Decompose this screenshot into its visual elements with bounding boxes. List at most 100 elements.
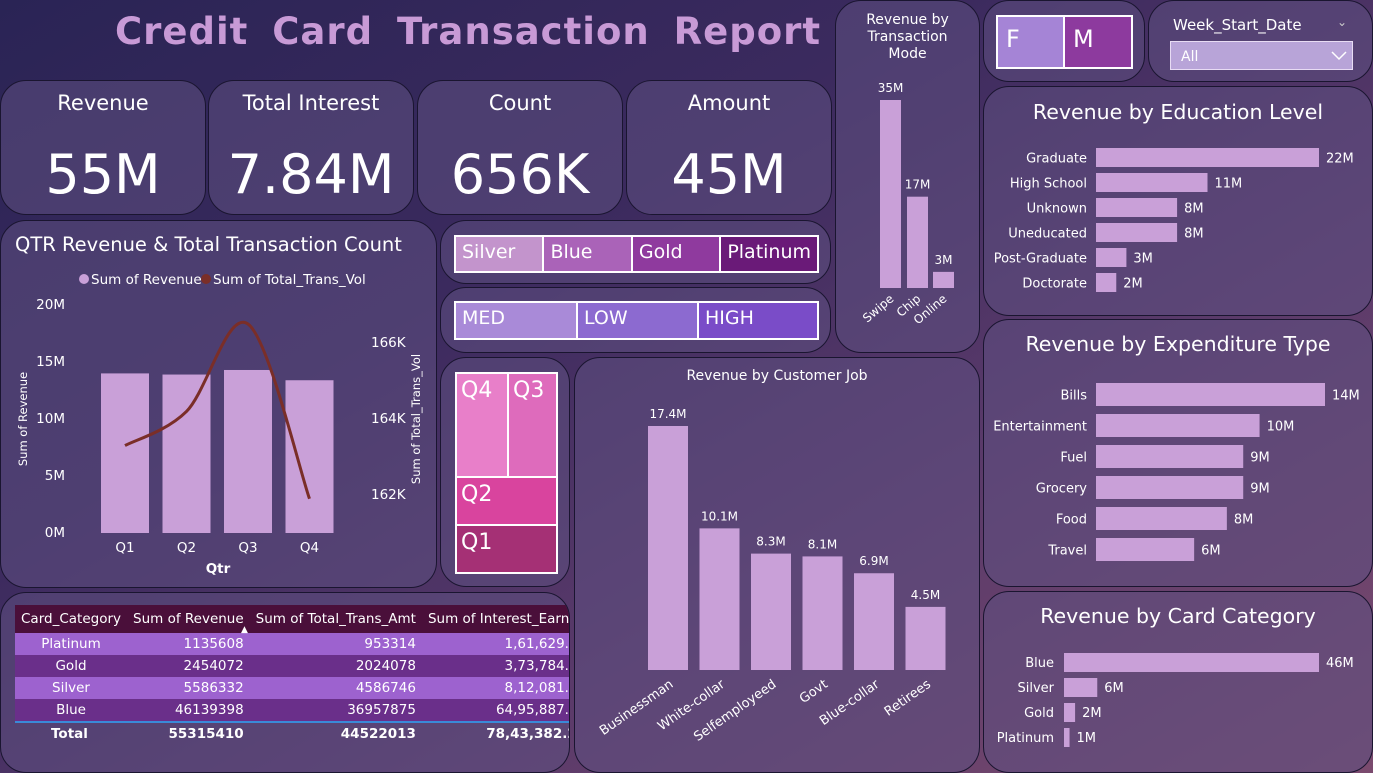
table-row[interactable]: Blue 46139398 36957875 64,95,887.74 — [15, 699, 569, 722]
customer-job-chart[interactable]: 17.4MBusinessman10.1MWhite-collar8.3MSel… — [575, 358, 980, 773]
table-header-sum-revenue[interactable]: Sum of Revenue — [127, 605, 250, 633]
card-category-chart[interactable]: Blue 46M Silver 6M Gold 2M Platinum 1M — [984, 592, 1373, 773]
slicer-item-high[interactable]: HIGH — [699, 303, 817, 338]
bar[interactable] — [1096, 248, 1127, 267]
bar[interactable] — [880, 100, 901, 288]
qtr-chart[interactable]: Sum of Revenue Sum of Total_Trans_Vol 20M 1… — [1, 221, 437, 588]
quarter-tile-q2[interactable]: Q2 — [457, 478, 556, 526]
category-label: High School — [1010, 177, 1087, 192]
data-label: 10M — [1267, 420, 1295, 435]
slicer-item-m[interactable]: M — [1065, 17, 1131, 67]
card-category-table: Card_Category Sum of Revenue Sum of Tota… — [15, 605, 569, 745]
data-label: 9M — [1250, 482, 1270, 497]
education-chart-card[interactable]: Revenue by Education Level Graduate 22M Hi… — [983, 86, 1373, 316]
bar[interactable] — [1096, 414, 1260, 437]
bar[interactable] — [224, 369, 272, 533]
week-dropdown[interactable]: All — [1170, 41, 1353, 70]
transaction-mode-chart-card[interactable]: Revenue by Transaction Mode 35M Swipe 17M C… — [835, 0, 980, 353]
kpi-label: Amount — [687, 91, 771, 115]
slicer-item-low[interactable]: LOW — [578, 303, 699, 338]
table-header-card-category[interactable]: Card_Category — [15, 605, 127, 633]
bar[interactable] — [1064, 703, 1076, 722]
data-label: 8M — [1184, 202, 1204, 217]
data-label: 2M — [1123, 277, 1143, 292]
data-label: 10.1M — [701, 509, 738, 523]
bar[interactable] — [1096, 223, 1178, 242]
bar[interactable] — [933, 271, 954, 288]
level-slicer[interactable]: MED LOW HIGH — [454, 301, 819, 340]
slicer-item-f[interactable]: F — [998, 17, 1065, 67]
bar[interactable] — [802, 556, 843, 670]
transaction-mode-chart[interactable]: 35MSwipe17MChip3MOnline — [836, 1, 980, 353]
bar[interactable] — [1064, 653, 1319, 672]
expenditure-chart-card[interactable]: Revenue by Expenditure Type Bills 14M Ente… — [983, 319, 1373, 587]
y-tick-label: 0M — [45, 525, 65, 541]
bar[interactable] — [1096, 273, 1117, 292]
slicer-item-platinum[interactable]: Platinum — [721, 237, 818, 271]
table-cell: 1,61,629.05 — [504, 636, 569, 652]
table-row[interactable]: Silver 5586332 4586746 8,12,081.28 — [15, 677, 569, 699]
data-label: 46M — [1326, 656, 1354, 671]
bar[interactable] — [854, 573, 894, 670]
bar[interactable] — [699, 528, 740, 670]
education-chart[interactable]: Graduate 22M High School 11M Unknown 8M Uneduc… — [984, 87, 1373, 316]
bar[interactable] — [285, 380, 334, 533]
card-category-slicer[interactable]: Silver Blue Gold Platinum — [454, 235, 819, 273]
data-label: 1M — [1077, 731, 1097, 746]
slicer-item-silver[interactable]: Silver — [456, 237, 545, 271]
card-category-chart-card[interactable]: Revenue by Card Category Blue 46M Silver 6M… — [983, 591, 1373, 773]
gender-slicer[interactable]: F M — [996, 15, 1133, 69]
slicer-item-blue[interactable]: Blue — [544, 237, 633, 271]
table-row[interactable]: Gold 2454072 2024078 3,73,784.16 — [15, 655, 569, 677]
bar[interactable] — [1096, 507, 1227, 530]
bar[interactable] — [1096, 198, 1178, 217]
legend-label: Sum of Revenue — [91, 272, 202, 288]
bar[interactable] — [751, 553, 791, 670]
kpi-card-revenue[interactable]: Revenue 55M — [0, 80, 206, 215]
kpi-card-count[interactable]: Count 656K — [417, 80, 623, 215]
bar[interactable] — [1096, 445, 1244, 468]
kpi-card-amount[interactable]: Amount 45M — [626, 80, 832, 215]
slicer-item-med[interactable]: MED — [456, 303, 578, 338]
category-label: Retirees — [882, 677, 934, 720]
slicer-item-gold[interactable]: Gold — [632, 237, 722, 271]
bar[interactable] — [1096, 383, 1325, 406]
qtr-revenue-chart-card[interactable]: QTR Revenue & Total Transaction Count Su… — [0, 220, 437, 588]
series-line[interactable] — [124, 320, 311, 500]
expenditure-chart[interactable]: Bills 14M Entertainment 10M Fuel 9M Grocery 9M F… — [984, 320, 1373, 587]
week-filter-label: Week_Start_Date — [1173, 16, 1302, 34]
kpi-value: 45M — [671, 143, 787, 206]
data-label: 8.1M — [808, 537, 837, 551]
bar[interactable] — [648, 426, 688, 670]
table-total-cell: 44522013 — [340, 726, 416, 742]
bar[interactable] — [1064, 728, 1070, 747]
bar[interactable] — [907, 196, 928, 288]
category-label: Gold — [1024, 706, 1054, 721]
chevron-down-icon — [1331, 51, 1347, 61]
category-label: Entertainment — [993, 420, 1087, 435]
table-row[interactable]: Platinum 1135608 953314 1,61,629.05 — [15, 633, 569, 655]
quarter-tile-q3[interactable]: Q3 — [509, 374, 556, 478]
bar[interactable] — [1096, 538, 1195, 561]
x-tick-label: Q1 — [115, 540, 134, 556]
bar[interactable] — [1064, 678, 1098, 697]
data-label: 17M — [905, 178, 931, 192]
bar[interactable] — [1096, 148, 1319, 167]
bar[interactable] — [162, 374, 211, 533]
week-collapse-chevron-icon[interactable]: ⌄ — [1337, 15, 1347, 29]
quarter-slicer[interactable]: Q4 Q3 Q2 Q1 — [455, 372, 558, 574]
bar[interactable] — [101, 373, 149, 533]
table-cell: 64,95,887.74 — [495, 702, 569, 718]
table-header-sum-interest[interactable]: Sum of Interest_Earned — [422, 605, 569, 633]
bar[interactable] — [1096, 476, 1244, 499]
kpi-card-total-interest[interactable]: Total Interest 7.84M — [208, 80, 414, 215]
quarter-tile-q1[interactable]: Q1 — [457, 526, 556, 572]
kpi-value: 7.84M — [227, 143, 395, 206]
bar[interactable] — [905, 606, 946, 670]
table-cell: 2024078 — [355, 658, 416, 674]
table-header-sum-trans-amt[interactable]: Sum of Total_Trans_Amt ▲ — [241, 605, 422, 635]
customer-job-chart-card[interactable]: Revenue by Customer Job 17.4M Businessman… — [574, 357, 980, 773]
bar[interactable] — [1096, 173, 1208, 192]
category-label: Unknown — [1027, 202, 1087, 217]
quarter-tile-q4[interactable]: Q4 — [457, 374, 509, 478]
